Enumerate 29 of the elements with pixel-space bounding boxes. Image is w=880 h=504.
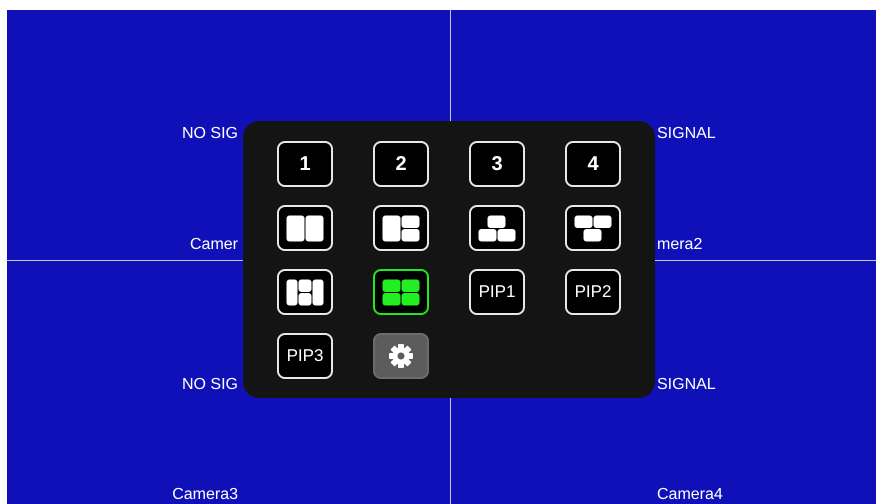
settings-icon [388,343,414,369]
camera-name: Camera4 [657,486,723,504]
settings-button[interactable] [373,333,429,379]
split-screen-icon [382,278,420,306]
signal-status: SIGNAL [657,125,716,143]
camera-name: mera2 [657,236,702,254]
split-screen-icon [478,214,516,242]
layout-button[interactable] [373,269,429,315]
layout-button[interactable] [277,205,333,251]
channel-button[interactable]: 2 [373,141,429,187]
pip-button[interactable]: PIP2 [565,269,621,315]
signal-status: SIGNAL [657,376,716,394]
layout-button[interactable] [373,205,429,251]
channel-button[interactable]: 4 [565,141,621,187]
channel-button[interactable]: 3 [469,141,525,187]
pip-button[interactable]: PIP1 [469,269,525,315]
camera-name: Camera3 [172,486,238,504]
split-screen-icon [574,214,612,242]
signal-status: NO SIG [182,125,238,143]
layout-button[interactable] [277,269,333,315]
signal-status: NO SIG [182,376,238,394]
pip-button[interactable]: PIP3 [277,333,333,379]
split-screen-icon [286,214,324,242]
split-screen-icon [382,214,420,242]
camera-name: Camer [190,236,238,254]
split-screen-icon [286,278,324,306]
channel-button[interactable]: 1 [277,141,333,187]
layout-button[interactable] [565,205,621,251]
layout-button[interactable] [469,205,525,251]
